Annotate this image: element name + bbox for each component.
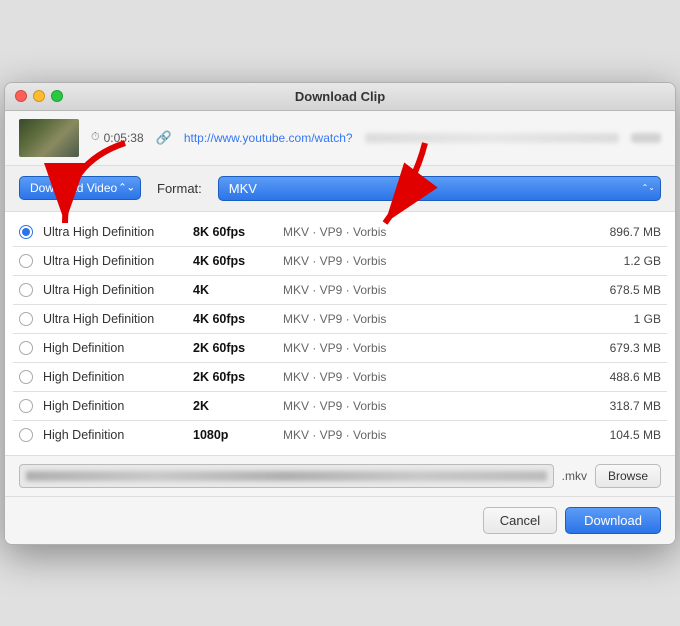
quality-size: 488.6 MB	[591, 370, 661, 384]
radio-button[interactable]	[19, 399, 33, 413]
quality-size: 678.5 MB	[591, 283, 661, 297]
quality-name: Ultra High Definition	[43, 254, 183, 268]
quality-item[interactable]: Ultra High Definition 4K 60fps MKV · VP9 ·…	[5, 305, 675, 333]
quality-name: Ultra High Definition	[43, 312, 183, 326]
quality-size: 896.7 MB	[591, 225, 661, 239]
quality-item[interactable]: Ultra High Definition 8K 60fps MKV · VP9 ·…	[5, 218, 675, 246]
url-link-icon: 🔗	[156, 130, 172, 146]
quality-resolution: 2K 60fps	[193, 341, 273, 355]
quality-size: 1.2 GB	[591, 254, 661, 268]
quality-size: 679.3 MB	[591, 341, 661, 355]
quality-name: Ultra High Definition	[43, 225, 183, 239]
quality-item[interactable]: High Definition 1080p MKV · VP9 · Vorbis 10…	[5, 421, 675, 449]
duration-text: 0:05:38	[104, 131, 144, 145]
close-button[interactable]	[15, 90, 27, 102]
window-title: Download Clip	[295, 89, 385, 104]
quality-format: MKV · VP9 · Vorbis	[283, 312, 581, 326]
maximize-button[interactable]	[51, 90, 63, 102]
quality-item[interactable]: High Definition 2K 60fps MKV · VP9 · Vorbi…	[5, 363, 675, 391]
format-label: Format:	[157, 181, 202, 196]
radio-button[interactable]	[19, 370, 33, 384]
quality-size: 1 GB	[591, 312, 661, 326]
quality-format: MKV · VP9 · Vorbis	[283, 341, 581, 355]
quality-name: Ultra High Definition	[43, 283, 183, 297]
traffic-lights	[15, 90, 63, 102]
quality-resolution: 4K	[193, 283, 273, 297]
filepath-box	[19, 464, 554, 488]
quality-item[interactable]: Ultra High Definition 4K 60fps MKV · VP9 ·…	[5, 247, 675, 275]
quality-name: High Definition	[43, 399, 183, 413]
download-type-wrapper[interactable]: Download Video Download Audio ⌃⌄	[19, 176, 141, 200]
download-button[interactable]: Download	[565, 507, 661, 534]
radio-button[interactable]	[19, 312, 33, 326]
video-url[interactable]: http://www.youtube.com/watch?	[184, 131, 353, 145]
url-blur	[365, 133, 619, 143]
radio-button[interactable]	[19, 225, 33, 239]
radio-button[interactable]	[19, 428, 33, 442]
format-select-wrapper[interactable]: MKV MP4 MOV AVI	[218, 176, 661, 201]
quality-resolution: 1080p	[193, 428, 273, 442]
quality-format: MKV · VP9 · Vorbis	[283, 225, 581, 239]
quality-size: 104.5 MB	[591, 428, 661, 442]
quality-format: MKV · VP9 · Vorbis	[283, 399, 581, 413]
format-select[interactable]: MKV MP4 MOV AVI	[218, 176, 661, 201]
duration-badge: ⏱ 0:05:38	[91, 131, 144, 145]
quality-resolution: 4K 60fps	[193, 254, 273, 268]
quality-resolution: 2K	[193, 399, 273, 413]
quality-format: MKV · VP9 · Vorbis	[283, 370, 581, 384]
browse-button[interactable]: Browse	[595, 464, 661, 488]
filepath-blurred	[26, 471, 547, 481]
radio-button[interactable]	[19, 254, 33, 268]
quality-item[interactable]: High Definition 2K MKV · VP9 · Vorbis 318.7…	[5, 392, 675, 420]
quality-name: High Definition	[43, 428, 183, 442]
quality-name: High Definition	[43, 370, 183, 384]
video-thumbnail	[19, 119, 79, 157]
clock-icon: ⏱	[91, 131, 100, 144]
quality-size: 318.7 MB	[591, 399, 661, 413]
quality-resolution: 4K 60fps	[193, 312, 273, 326]
quality-list: Ultra High Definition 8K 60fps MKV · VP9 ·…	[5, 212, 675, 456]
radio-button[interactable]	[19, 341, 33, 355]
quality-item[interactable]: Ultra High Definition 4K MKV · VP9 · Vorbi…	[5, 276, 675, 304]
quality-format: MKV · VP9 · Vorbis	[283, 254, 581, 268]
download-type-select[interactable]: Download Video Download Audio	[19, 176, 141, 200]
quality-resolution: 8K 60fps	[193, 225, 273, 239]
filepath-row: .mkv Browse	[5, 456, 675, 497]
info-bar: ⏱ 0:05:38 🔗 http://www.youtube.com/watch…	[5, 111, 675, 166]
quality-item[interactable]: High Definition 2K 60fps MKV · VP9 · Vorbi…	[5, 334, 675, 362]
minimize-button[interactable]	[33, 90, 45, 102]
radio-button[interactable]	[19, 283, 33, 297]
quality-format: MKV · VP9 · Vorbis	[283, 283, 581, 297]
quality-format: MKV · VP9 · Vorbis	[283, 428, 581, 442]
url-blur-2	[631, 133, 661, 143]
quality-resolution: 2K 60fps	[193, 370, 273, 384]
quality-name: High Definition	[43, 341, 183, 355]
cancel-button[interactable]: Cancel	[483, 507, 557, 534]
bottom-row: Cancel Download	[5, 497, 675, 544]
toolbar-row: Download Video Download Audio ⌃⌄ Format:…	[5, 166, 675, 212]
filepath-extension: .mkv	[562, 469, 587, 483]
main-window: Download Clip ⏱ 0:05:38 🔗 http://www.you…	[4, 82, 676, 545]
title-bar: Download Clip	[5, 83, 675, 111]
